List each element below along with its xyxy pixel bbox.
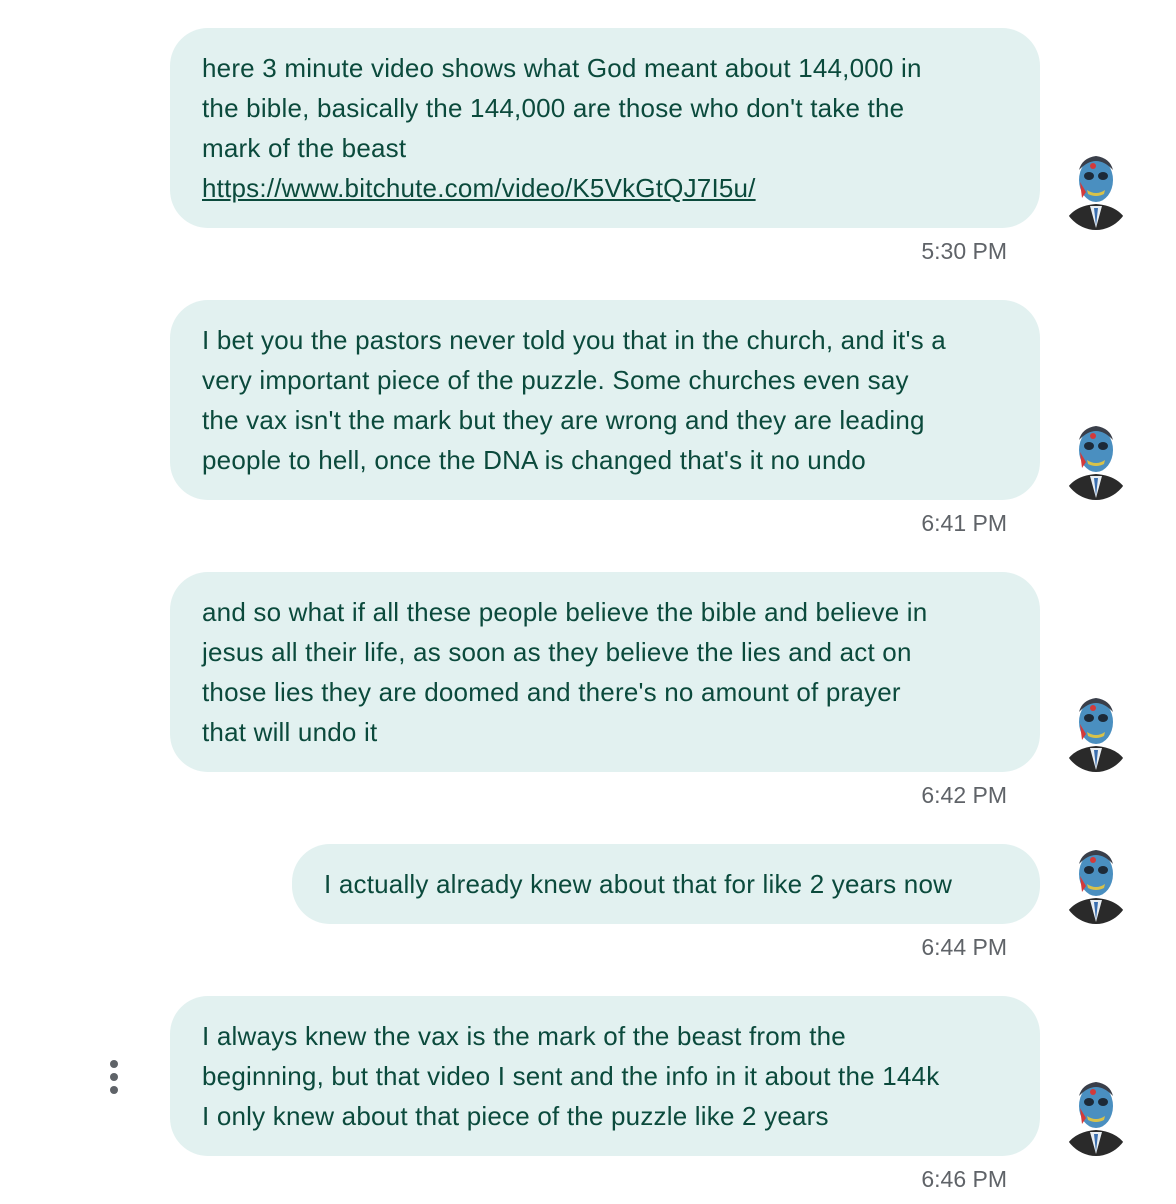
message-text-line: mark of the beast	[202, 133, 407, 163]
message-timestamp: 5:30 PM	[921, 238, 1007, 264]
message-bubble[interactable]: here 3 minute video shows what God meant…	[170, 28, 1040, 228]
avatar[interactable]	[1060, 1074, 1132, 1156]
avatar[interactable]	[1060, 148, 1132, 230]
avatar[interactable]	[1060, 842, 1132, 924]
message-text-line: here 3 minute video shows what God meant…	[202, 53, 922, 83]
message-text-line: I only knew about that piece of the puzz…	[202, 1101, 829, 1131]
avatar-image	[1060, 418, 1132, 500]
message-timestamp: 6:41 PM	[921, 510, 1007, 536]
message-text-line: the vax isn't the mark but they are wron…	[202, 405, 925, 435]
avatar-image	[1060, 690, 1132, 772]
message-bubble[interactable]: I always knew the vax is the mark of the…	[170, 996, 1040, 1156]
avatar-image	[1060, 1074, 1132, 1156]
message-bubble[interactable]: I actually already knew about that for l…	[292, 844, 1040, 924]
message-text-line: the bible, basically the 144,000 are tho…	[202, 93, 905, 123]
message-text-line: that will undo it	[202, 717, 378, 747]
message-text-line: beginning, but that video I sent and the…	[202, 1061, 940, 1091]
more-options-button[interactable]	[104, 1058, 124, 1098]
message-bubble[interactable]: I bet you the pastors never told you tha…	[170, 300, 1040, 500]
message-text-line: people to hell, once the DNA is changed …	[202, 445, 866, 475]
avatar-image	[1060, 148, 1132, 230]
message-text-line: I bet you the pastors never told you tha…	[202, 325, 946, 355]
message-timestamp: 6:42 PM	[921, 782, 1007, 808]
message-text-line: I always knew the vax is the mark of the…	[202, 1021, 846, 1051]
more-vert-icon	[110, 1060, 118, 1068]
message-link[interactable]: https://www.bitchute.com/video/K5VkGtQJ7…	[202, 173, 756, 203]
message-timestamp: 6:46 PM	[921, 1166, 1007, 1192]
avatar-image	[1060, 842, 1132, 924]
message-text-line: very important piece of the puzzle. Some…	[202, 365, 909, 395]
message-text-line: jesus all their life, as soon as they be…	[202, 637, 912, 667]
message-text-line: those lies they are doomed and there's n…	[202, 677, 901, 707]
avatar[interactable]	[1060, 418, 1132, 500]
message-text-line: I actually already knew about that for l…	[324, 869, 953, 899]
message-timestamp: 6:44 PM	[921, 934, 1007, 960]
avatar[interactable]	[1060, 690, 1132, 772]
message-bubble[interactable]: and so what if all these people believe …	[170, 572, 1040, 772]
message-text-line: and so what if all these people believe …	[202, 597, 928, 627]
